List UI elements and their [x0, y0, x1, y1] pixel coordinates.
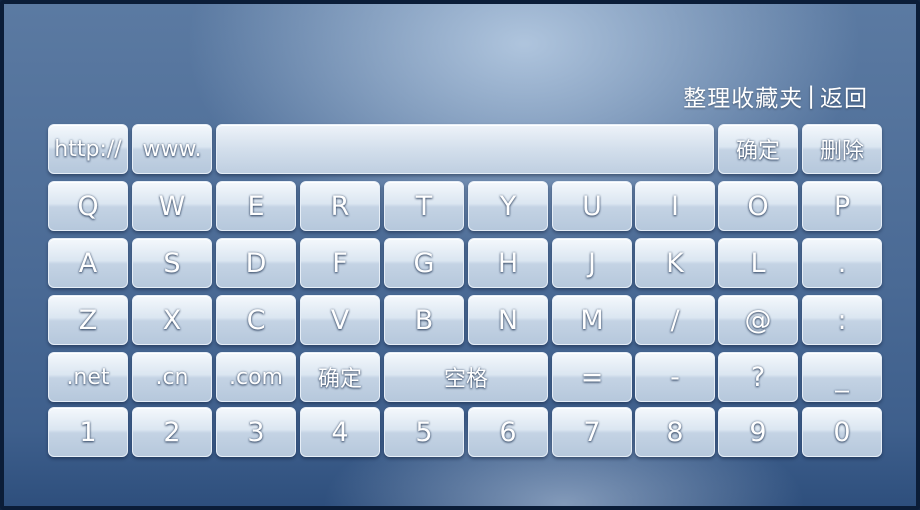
- key-confirm-top[interactable]: 确定: [718, 124, 798, 174]
- key-slash[interactable]: /: [635, 295, 715, 345]
- key-8[interactable]: 8: [635, 407, 715, 457]
- key-i[interactable]: I: [635, 181, 715, 231]
- virtual-keyboard-screen: 整理收藏夹 | 返回 http:// www. 确定 删除 Q W E R T …: [0, 0, 920, 510]
- key-g[interactable]: G: [384, 238, 464, 288]
- key-u[interactable]: U: [552, 181, 632, 231]
- key-9[interactable]: 9: [718, 407, 798, 457]
- key-space[interactable]: 空格: [384, 352, 548, 402]
- key-dot[interactable]: .: [802, 238, 882, 288]
- top-actions: 整理收藏夹 | 返回: [683, 80, 868, 112]
- key-4[interactable]: 4: [300, 407, 380, 457]
- key-minus[interactable]: -: [635, 352, 715, 402]
- key-q[interactable]: Q: [48, 181, 128, 231]
- key-http[interactable]: http://: [48, 124, 128, 174]
- key-t[interactable]: T: [384, 181, 464, 231]
- url-input[interactable]: [216, 124, 714, 174]
- key-7[interactable]: 7: [552, 407, 632, 457]
- key-y[interactable]: Y: [468, 181, 548, 231]
- key-colon[interactable]: :: [802, 295, 882, 345]
- key-3[interactable]: 3: [216, 407, 296, 457]
- key-confirm[interactable]: 确定: [300, 352, 380, 402]
- key-n[interactable]: N: [468, 295, 548, 345]
- organize-favorites-link[interactable]: 整理收藏夹: [683, 79, 803, 113]
- key-d[interactable]: D: [216, 238, 296, 288]
- key-equals[interactable]: =: [552, 352, 632, 402]
- key-l[interactable]: L: [718, 238, 798, 288]
- key-at[interactable]: @: [718, 295, 798, 345]
- key-2[interactable]: 2: [132, 407, 212, 457]
- key-k[interactable]: K: [635, 238, 715, 288]
- key-p[interactable]: P: [802, 181, 882, 231]
- key-dot-net[interactable]: .net: [48, 352, 128, 402]
- key-www[interactable]: www.: [132, 124, 212, 174]
- key-z[interactable]: Z: [48, 295, 128, 345]
- key-r[interactable]: R: [300, 181, 380, 231]
- key-f[interactable]: F: [300, 238, 380, 288]
- key-s[interactable]: S: [132, 238, 212, 288]
- key-a[interactable]: A: [48, 238, 128, 288]
- key-m[interactable]: M: [552, 295, 632, 345]
- key-h[interactable]: H: [468, 238, 548, 288]
- key-j[interactable]: J: [552, 238, 632, 288]
- key-underscore[interactable]: _: [802, 352, 882, 402]
- back-link[interactable]: 返回: [820, 79, 868, 113]
- key-o[interactable]: O: [718, 181, 798, 231]
- key-dot-cn[interactable]: .cn: [132, 352, 212, 402]
- key-w[interactable]: W: [132, 181, 212, 231]
- key-e[interactable]: E: [216, 181, 296, 231]
- key-v[interactable]: V: [300, 295, 380, 345]
- key-5[interactable]: 5: [384, 407, 464, 457]
- key-b[interactable]: B: [384, 295, 464, 345]
- key-delete[interactable]: 删除: [802, 124, 882, 174]
- key-6[interactable]: 6: [468, 407, 548, 457]
- key-0[interactable]: 0: [802, 407, 882, 457]
- key-1[interactable]: 1: [48, 407, 128, 457]
- key-c[interactable]: C: [216, 295, 296, 345]
- header-separator: |: [807, 83, 816, 109]
- key-x[interactable]: X: [132, 295, 212, 345]
- key-dot-com[interactable]: .com: [216, 352, 296, 402]
- key-question[interactable]: ?: [718, 352, 798, 402]
